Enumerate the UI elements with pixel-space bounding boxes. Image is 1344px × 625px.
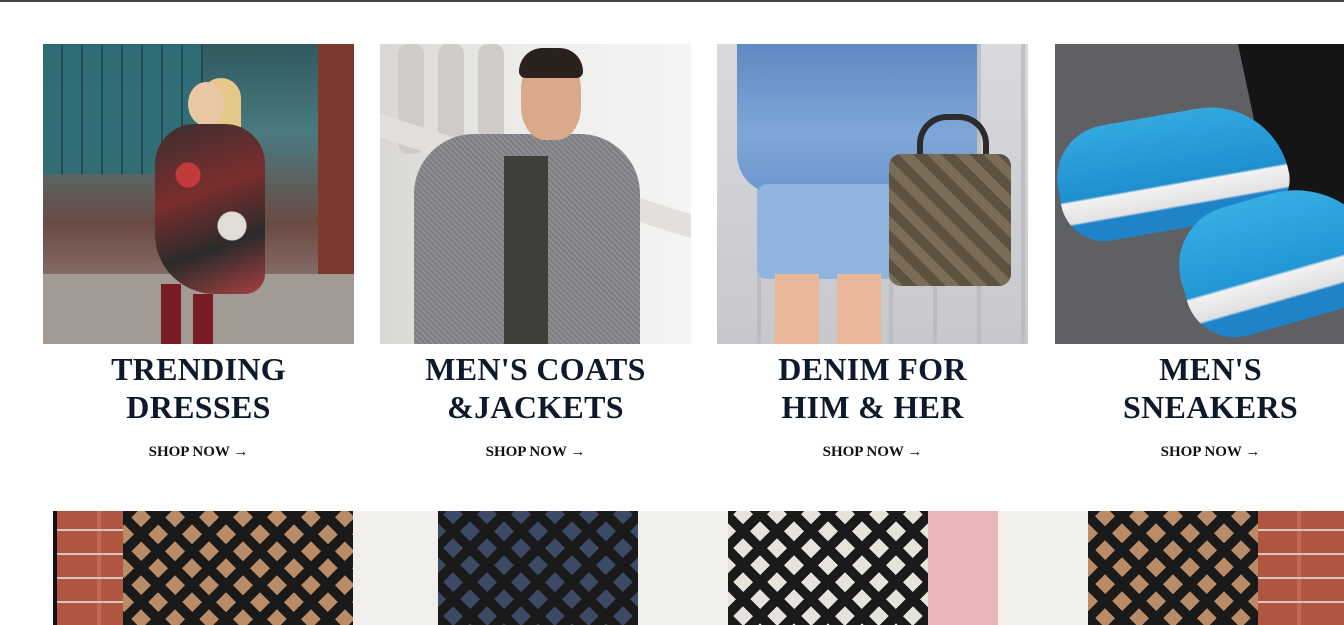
shop-now-link[interactable]: SHOP NOW → (1055, 444, 1344, 461)
shop-now-link[interactable]: SHOP NOW → (717, 444, 1028, 461)
promo-banner-image[interactable] (53, 511, 1344, 625)
shop-now-link[interactable]: SHOP NOW → (43, 444, 354, 461)
mens-coats-jackets-image[interactable] (380, 44, 691, 344)
category-title[interactable]: TRENDING DRESSES (43, 350, 354, 426)
category-title[interactable]: MEN'S SNEAKERS (1055, 350, 1344, 426)
trending-dresses-image[interactable] (43, 44, 354, 344)
category-title[interactable]: DENIM FOR HIM & HER (717, 350, 1028, 426)
category-card-mens-coats-jackets[interactable]: MEN'S COATS &JACKETS SHOP NOW → (380, 44, 691, 461)
category-card-trending-dresses[interactable]: TRENDING DRESSES SHOP NOW → (43, 44, 354, 461)
mens-sneakers-image[interactable] (1055, 44, 1344, 344)
denim-image[interactable] (717, 44, 1028, 344)
shop-now-link[interactable]: SHOP NOW → (380, 444, 691, 461)
category-card-mens-sneakers[interactable]: MEN'S SNEAKERS SHOP NOW → (1055, 44, 1344, 461)
category-title[interactable]: MEN'S COATS &JACKETS (380, 350, 691, 426)
category-card-denim[interactable]: DENIM FOR HIM & HER SHOP NOW → (717, 44, 1028, 461)
top-divider (0, 0, 1344, 2)
